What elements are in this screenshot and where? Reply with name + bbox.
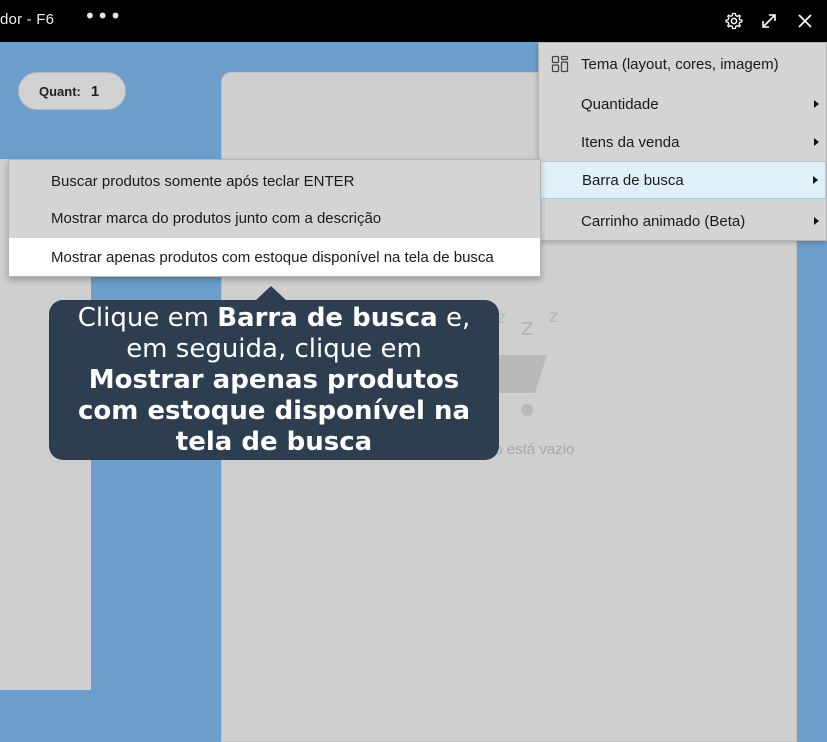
submenu-arrow-icon <box>813 176 818 184</box>
expand-icon[interactable] <box>759 11 779 31</box>
menu-item-animated-cart[interactable]: Carrinho animado (Beta) <box>539 202 826 240</box>
layout-grid-icon <box>551 55 569 73</box>
menu-item-sale-items[interactable]: Itens da venda <box>539 123 826 161</box>
more-options-icon[interactable]: ••• <box>84 6 122 26</box>
search-bar-submenu: Buscar produtos somente após teclar ENTE… <box>8 159 541 277</box>
svg-text:z: z <box>521 313 534 341</box>
callout-bold2: Mostrar apenas produtos com estoque disp… <box>77 364 471 457</box>
close-icon[interactable] <box>795 11 815 31</box>
submenu-item-label: Buscar produtos somente após teclar ENTE… <box>51 172 355 190</box>
submenu-arrow-icon <box>814 100 819 108</box>
submenu-arrow-icon <box>814 217 819 225</box>
callout-bold1: Barra de busca <box>217 302 438 333</box>
menu-item-label: Itens da venda <box>581 133 680 151</box>
callout-part1: Clique em <box>77 302 218 333</box>
menu-item-label: Barra de busca <box>582 171 684 189</box>
empty-cart-text: no está vazio <box>486 441 575 458</box>
submenu-item-show-brand[interactable]: Mostrar marca do produtos junto com a de… <box>9 199 540 237</box>
svg-text:z: z <box>549 307 558 327</box>
tutorial-callout: Clique em Barra de busca e, em seguida, … <box>49 300 499 460</box>
submenu-item-enter-search[interactable]: Buscar produtos somente após teclar ENTE… <box>9 162 540 200</box>
menu-item-search-bar[interactable]: Barra de busca <box>539 161 826 199</box>
menu-item-label: Tema (layout, cores, imagem) <box>581 55 779 73</box>
submenu-item-stock-only[interactable]: Mostrar apenas produtos com estoque disp… <box>9 238 540 276</box>
window-title: dor - F6 <box>0 11 55 28</box>
quantity-pill[interactable]: Quant: 1 <box>18 72 126 110</box>
settings-menu: Tema (layout, cores, imagem) Quantidade … <box>538 42 827 241</box>
menu-item-theme[interactable]: Tema (layout, cores, imagem) <box>539 45 826 83</box>
title-bar: dor - F6 ••• <box>0 0 827 42</box>
quantity-label: Quant: <box>39 83 81 99</box>
callout-text: Clique em Barra de busca e, em seguida, … <box>65 303 483 458</box>
menu-item-quantity[interactable]: Quantidade <box>539 85 826 123</box>
menu-item-label: Quantidade <box>581 95 659 113</box>
submenu-item-label: Mostrar marca do produtos junto com a de… <box>51 209 382 227</box>
gear-icon[interactable] <box>724 11 744 31</box>
submenu-item-label: Mostrar apenas produtos com estoque disp… <box>51 248 494 266</box>
quantity-value: 1 <box>90 82 100 100</box>
submenu-arrow-icon <box>814 138 819 146</box>
menu-item-label: Carrinho animado (Beta) <box>581 212 746 230</box>
callout-pointer <box>255 286 287 301</box>
